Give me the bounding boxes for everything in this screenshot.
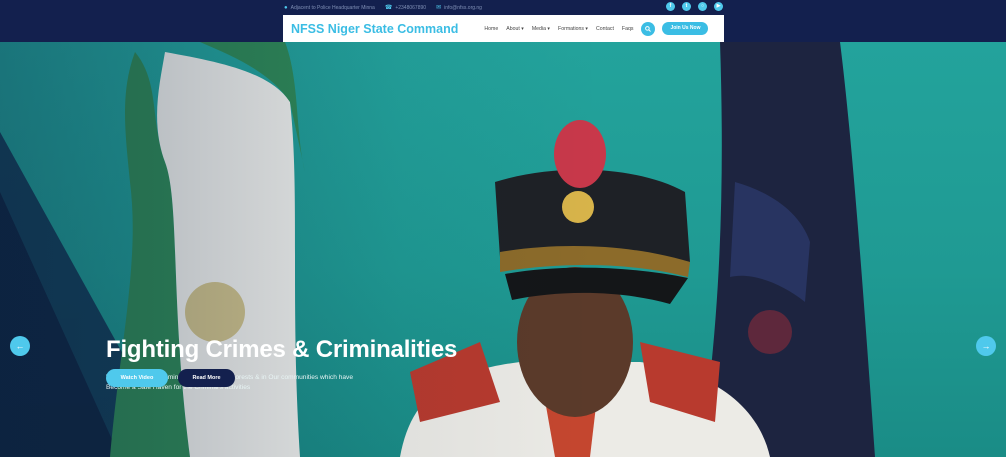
- menu-item-media[interactable]: Media ▾: [532, 26, 550, 32]
- slider-next-button[interactable]: →: [976, 336, 996, 356]
- hero-title: Fighting Crimes & Criminalities: [106, 336, 458, 363]
- facebook-icon[interactable]: f: [666, 2, 675, 11]
- phone-icon: ☎: [384, 5, 393, 11]
- site-brand[interactable]: NFSS Niger State Command: [291, 22, 458, 36]
- phone-text[interactable]: +2348067890: [395, 5, 426, 11]
- hero-slider: Fighting Crimes & Criminalities We Curb …: [0, 42, 1006, 457]
- address-text: Adjacent to Police Headquarter Minna: [290, 5, 375, 11]
- chevron-down-icon: ▾: [583, 25, 589, 32]
- youtube-icon[interactable]: ▶: [714, 2, 723, 11]
- watch-video-button[interactable]: Watch Video: [106, 369, 168, 387]
- instagram-icon[interactable]: ○: [698, 2, 707, 11]
- hero-overlay: [0, 42, 1006, 457]
- search-icon: [645, 25, 652, 32]
- address-item: ● Adjacent to Police Headquarter Minna: [284, 5, 375, 11]
- hero-buttons: Watch Video Read More: [106, 369, 235, 387]
- menu-item-faqs[interactable]: Faqs: [622, 26, 634, 32]
- chevron-down-icon: ▾: [545, 25, 551, 32]
- phone-item[interactable]: ☎ +2348067890: [385, 5, 426, 11]
- envelope-icon: ✉: [436, 5, 442, 11]
- social-links: f t ○ ▶: [666, 2, 723, 11]
- twitter-icon[interactable]: t: [682, 2, 691, 11]
- read-more-button[interactable]: Read More: [178, 369, 235, 387]
- menu-item-home[interactable]: Home: [484, 26, 498, 32]
- location-pin-icon: ●: [284, 5, 288, 11]
- menu-item-about[interactable]: About ▾: [506, 26, 524, 32]
- slider-prev-button[interactable]: ←: [10, 336, 30, 356]
- main-navbar: NFSS Niger State Command Home About ▾ Me…: [283, 15, 724, 42]
- chevron-down-icon: ▾: [519, 25, 524, 32]
- email-item[interactable]: ✉ info@nfss.org.ng: [436, 5, 482, 11]
- menu-item-formations[interactable]: Formations ▾: [558, 26, 588, 32]
- arrow-left-icon: ←: [15, 341, 25, 351]
- join-us-button[interactable]: Join Us Now: [662, 22, 709, 35]
- email-text[interactable]: info@nfss.org.ng: [444, 5, 482, 11]
- arrow-right-icon: →: [981, 341, 991, 351]
- menu-item-contact[interactable]: Contact: [596, 26, 614, 32]
- main-menu: Home About ▾ Media ▾ Formations ▾ Contac…: [484, 26, 633, 32]
- search-button[interactable]: [641, 21, 656, 36]
- contact-info: ● Adjacent to Police Headquarter Minna ☎…: [284, 4, 482, 12]
